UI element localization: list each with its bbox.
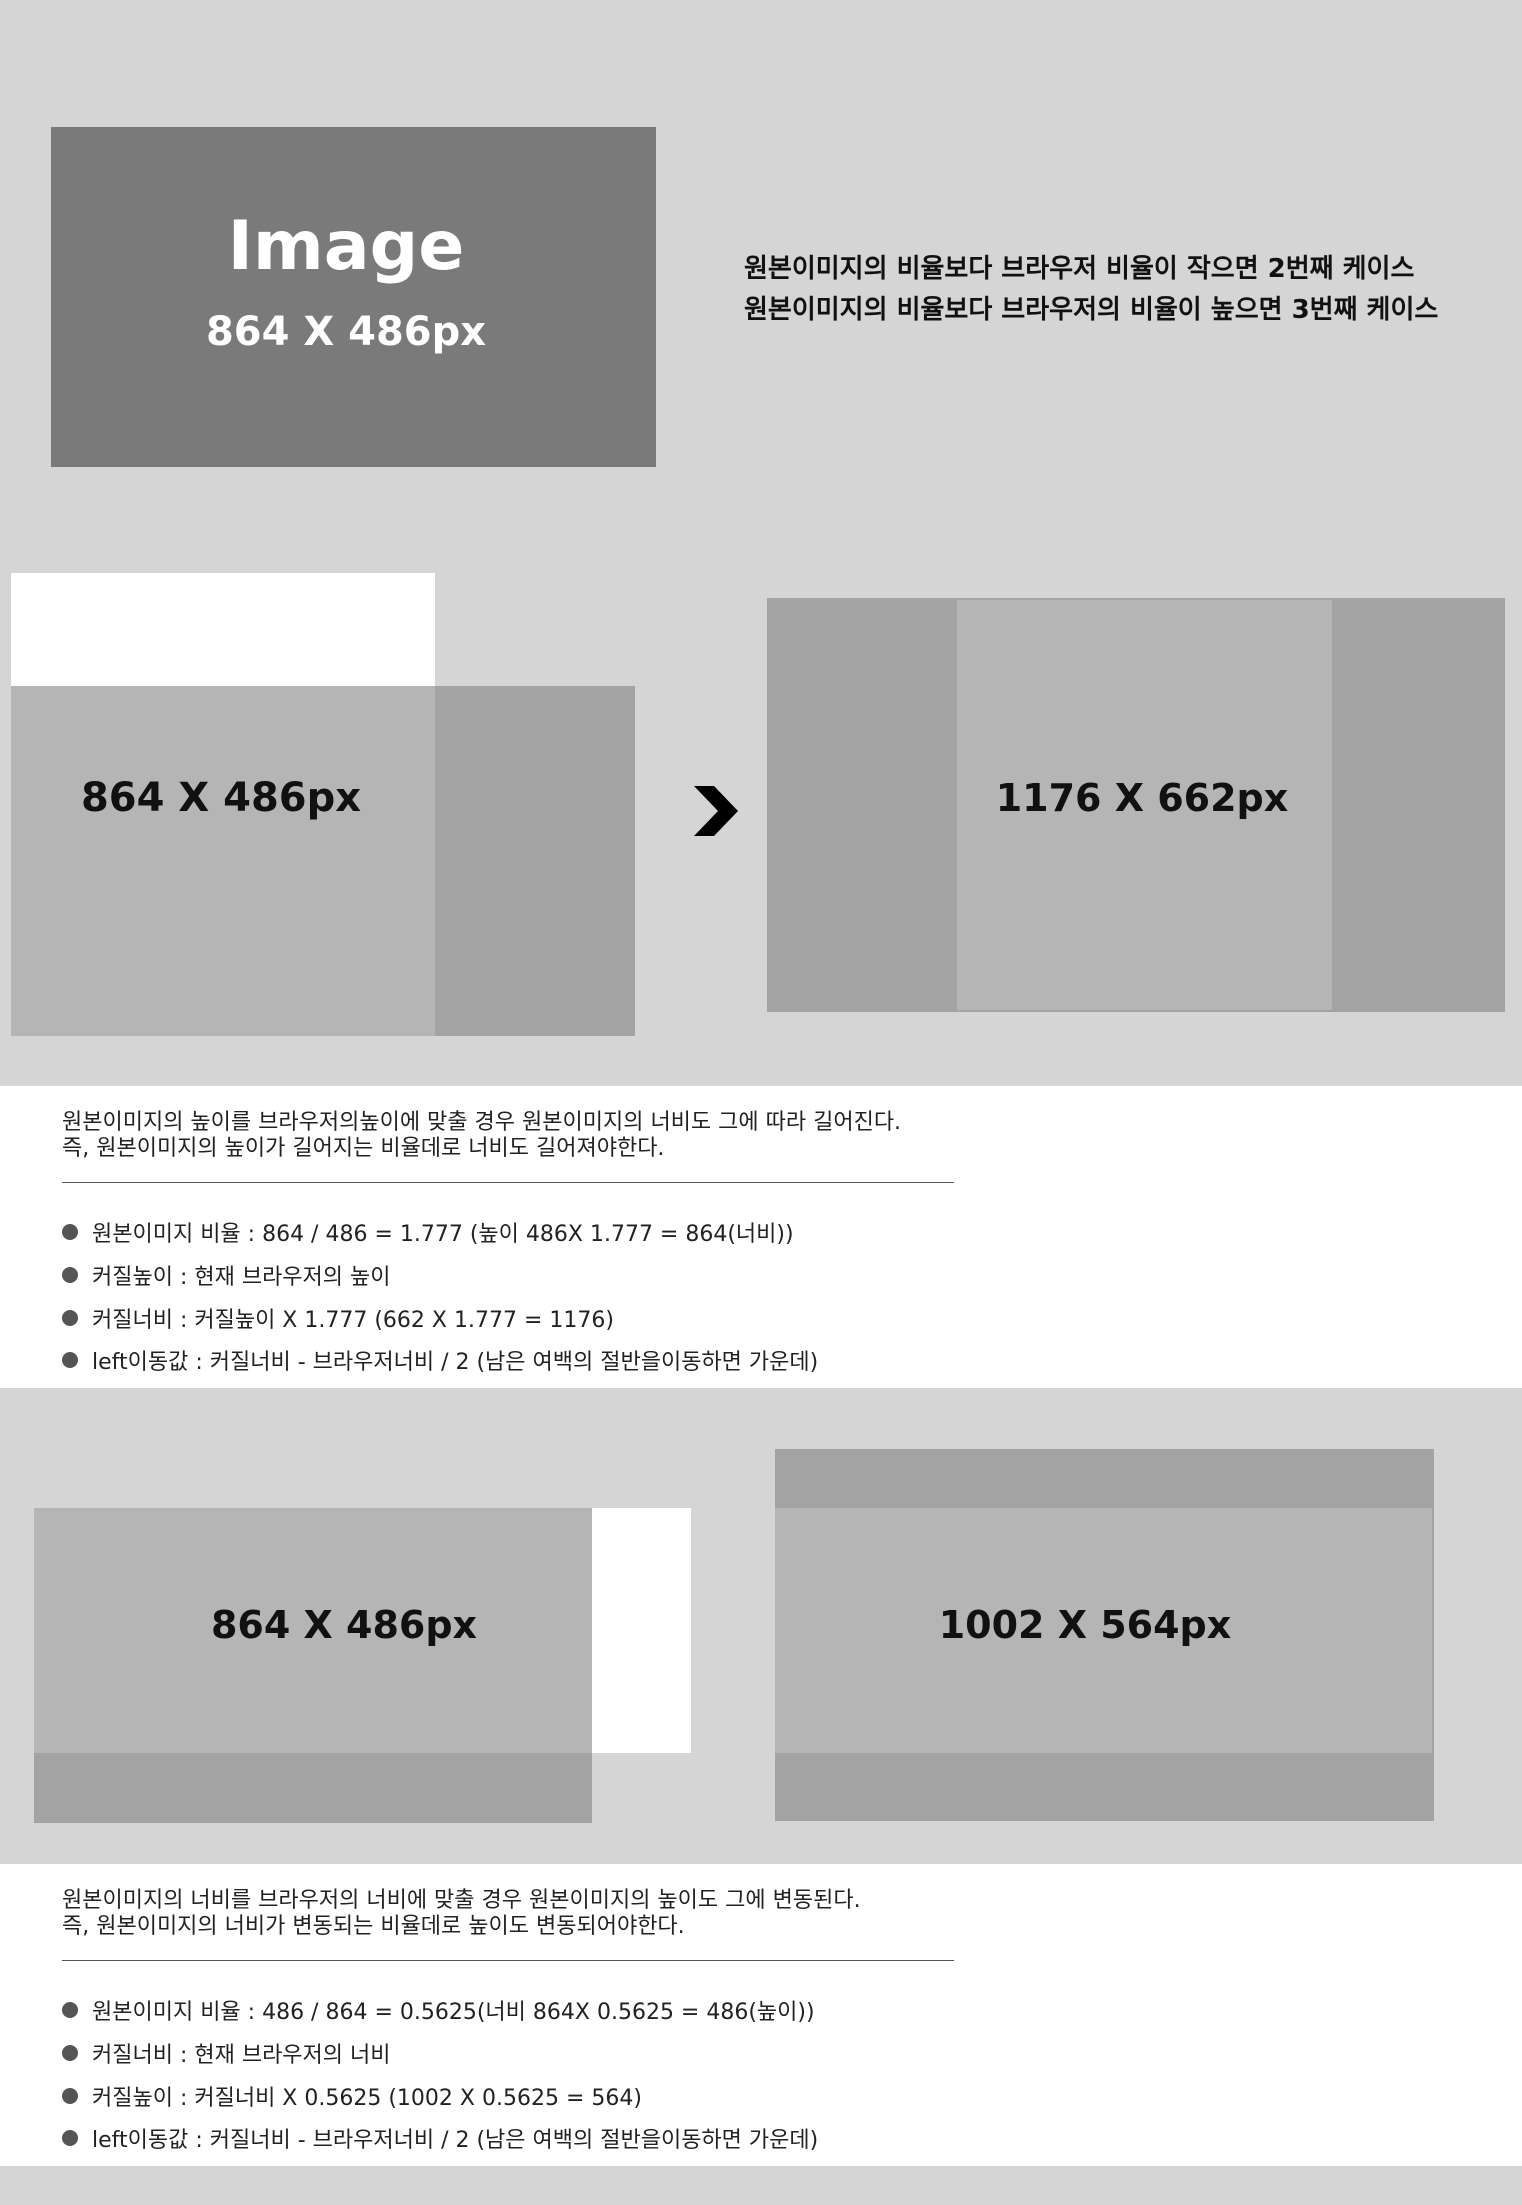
divider xyxy=(62,1182,954,1183)
overflow-area xyxy=(435,686,635,1036)
list-item: 커질너비 : 현재 브라우저의 너비 xyxy=(62,2037,391,2069)
list-item-text: left이동값 : 커질너비 - 브라우저너비 / 2 (남은 여백의 절반을이… xyxy=(92,1350,819,1375)
case2-description-line-1: 원본이미지의 높이를 브라우저의높이에 맞출 경우 원본이미지의 너비도 그에 … xyxy=(62,1110,902,1135)
list-item: 원본이미지 비율 : 864 / 486 = 1.777 (높이 486X 1.… xyxy=(62,1216,794,1248)
bullet-icon xyxy=(62,2002,78,2018)
list-item: 커질높이 : 커질너비 X 0.5625 (1002 X 0.5625 = 56… xyxy=(62,2080,642,2112)
bullet-icon xyxy=(62,2088,78,2104)
case3-description-line-2: 즉, 원본이미지의 너비가 변동되는 비율데로 높이도 변동되어야한다. xyxy=(62,1914,685,1939)
list-item-text: 커질높이 : 현재 브라우저의 높이 xyxy=(92,1265,391,1290)
list-item: 커질높이 : 현재 브라우저의 높이 xyxy=(62,1259,391,1291)
case-note-1: 원본이미지의 비율보다 브라우저 비율이 작으면 2번째 케이스 xyxy=(744,254,1415,284)
case3-description-line-1: 원본이미지의 너비를 브라우저의 너비에 맞출 경우 원본이미지의 높이도 그에… xyxy=(62,1888,861,1913)
case2-description-panel: 원본이미지의 높이를 브라우저의높이에 맞출 경우 원본이미지의 너비도 그에 … xyxy=(0,1086,1522,1388)
list-item-text: 원본이미지 비율 : 486 / 864 = 0.5625(너비 864X 0.… xyxy=(92,2000,815,2025)
list-item: left이동값 : 커질너비 - 브라우저너비 / 2 (남은 여백의 절반을이… xyxy=(62,2122,818,2154)
scaled-size-label: 1176 X 662px xyxy=(995,776,1289,820)
case-note-2: 원본이미지의 비율보다 브라우저의 비율이 높으면 3번째 케이스 xyxy=(744,295,1439,325)
list-item: 커질너비 : 커질높이 X 1.777 (662 X 1.777 = 1176) xyxy=(62,1302,614,1334)
image-size-label: 864 X 486px xyxy=(205,309,487,355)
bullet-icon xyxy=(62,1310,78,1326)
divider xyxy=(62,1960,954,1961)
list-item-text: 커질너비 : 커질높이 X 1.777 (662 X 1.777 = 1176) xyxy=(92,1308,614,1333)
chevron-right-icon xyxy=(692,786,740,836)
original-size-label: 864 X 486px xyxy=(80,775,362,821)
list-item-text: 커질너비 : 현재 브라우저의 너비 xyxy=(92,2043,391,2068)
list-item-text: 커질높이 : 커질너비 X 0.5625 (1002 X 0.5625 = 56… xyxy=(92,2086,642,2111)
bullet-icon xyxy=(62,1352,78,1368)
original-size-label: 864 X 486px xyxy=(210,1603,478,1647)
case2-description-line-2: 즉, 원본이미지의 높이가 길어지는 비율데로 너비도 길어져야한다. xyxy=(62,1136,665,1161)
list-item: left이동값 : 커질너비 - 브라우저너비 / 2 (남은 여백의 절반을이… xyxy=(62,1344,818,1376)
scaled-size-label: 1002 X 564px xyxy=(938,1603,1232,1647)
original-image-box xyxy=(11,686,435,1036)
list-item-text: 원본이미지 비율 : 864 / 486 = 1.777 (높이 486X 1.… xyxy=(92,1222,794,1247)
case3-description-panel: 원본이미지의 너비를 브라우저의 너비에 맞출 경우 원본이미지의 높이도 그에… xyxy=(0,1864,1522,2166)
bullet-icon xyxy=(62,1267,78,1283)
bullet-icon xyxy=(62,2130,78,2146)
browser-viewport-white xyxy=(11,573,435,686)
list-item: 원본이미지 비율 : 486 / 864 = 0.5625(너비 864X 0.… xyxy=(62,1994,815,2026)
image-block: Image 864 X 486px xyxy=(51,127,656,467)
bullet-icon xyxy=(62,1224,78,1240)
bullet-icon xyxy=(62,2045,78,2061)
list-item-text: left이동값 : 커질너비 - 브라우저너비 / 2 (남은 여백의 절반을이… xyxy=(92,2128,819,2153)
overflow-area xyxy=(34,1753,592,1823)
image-title: Image xyxy=(227,207,465,286)
